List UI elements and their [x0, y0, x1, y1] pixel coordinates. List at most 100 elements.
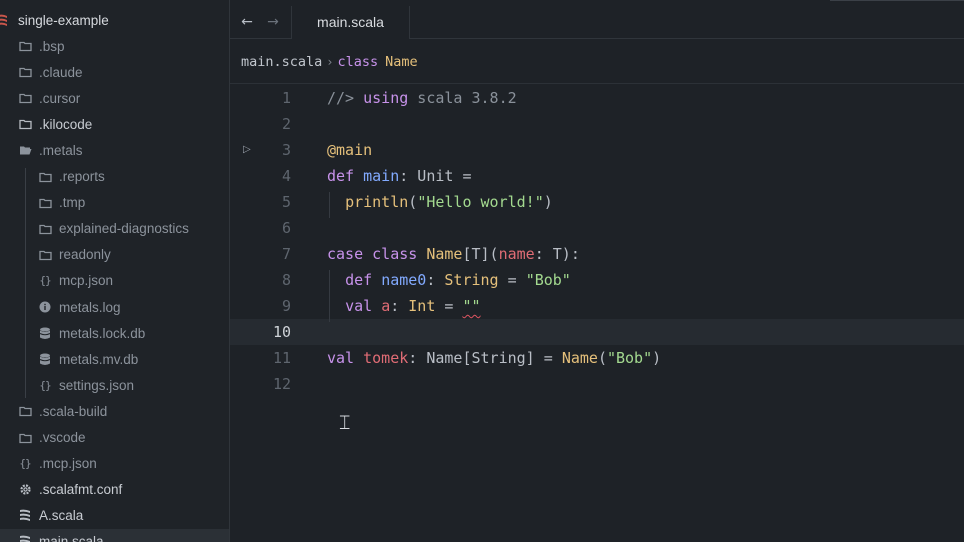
code-line[interactable]: 9 val a: Int = "": [230, 293, 964, 319]
code-token: ): [543, 193, 553, 211]
folder-icon: [18, 39, 32, 53]
project-root[interactable]: single-example: [0, 7, 229, 33]
code-line[interactable]: 11 val tomek: Name[String] = Name("Bob"): [230, 345, 964, 371]
indent-guide: [329, 192, 330, 218]
tree-item-metals-log[interactable]: metals.log: [0, 294, 229, 320]
tree-item-main-scala[interactable]: main.scala: [0, 528, 229, 542]
line-number: 7: [281, 245, 291, 263]
tree-item-label: metals.lock.db: [59, 325, 146, 341]
tree-item-explained-diagnostics[interactable]: explained-diagnostics: [0, 216, 229, 242]
code-line[interactable]: 10: [230, 319, 964, 345]
code-token: println: [345, 193, 409, 211]
breadcrumb-divider: [230, 83, 964, 84]
line-number: 9: [281, 297, 291, 315]
folder-icon: [38, 196, 52, 210]
tree-item-dot-metals[interactable]: .metals: [0, 137, 229, 163]
breadcrumb-file[interactable]: main.scala: [241, 54, 322, 70]
code-line[interactable]: 5 println("Hello world!"): [230, 189, 964, 215]
line-number: 4: [281, 167, 291, 185]
tree-item-a-scala[interactable]: A.scala: [0, 503, 229, 529]
code-token: ): [652, 349, 662, 367]
forward-arrow-icon[interactable]: →: [265, 14, 281, 30]
code-token: (: [408, 193, 418, 211]
tree-item-label: .tmp: [59, 195, 86, 211]
database-icon: [38, 326, 52, 340]
code-text: val tomek: Name[String] = Name("Bob"): [327, 345, 661, 371]
line-number: 2: [281, 115, 291, 133]
code-token: case: [327, 245, 364, 263]
code-token: name: [498, 245, 535, 263]
breadcrumb-symbol[interactable]: Name: [385, 54, 418, 70]
code-text: val a: Int = "": [327, 293, 481, 319]
folder-icon: [18, 117, 32, 131]
code-token: using: [363, 89, 409, 107]
code-token: :: [426, 271, 445, 289]
folder-icon: [38, 248, 52, 262]
code-token: String: [444, 271, 499, 289]
tree-item-label: .scalafmt.conf: [39, 482, 123, 498]
code-line[interactable]: 1 //> using scala 3.8.2: [230, 85, 964, 111]
run-gutter-icon[interactable]: ▷: [243, 137, 251, 163]
tree-item-label: readonly: [59, 247, 111, 263]
line-number: 11: [272, 349, 291, 367]
back-arrow-icon[interactable]: ←: [239, 14, 255, 30]
code-line[interactable]: 3 ▷ @main: [230, 137, 964, 163]
tree-item-label: .cursor: [39, 90, 81, 106]
tree-item-dot-claude[interactable]: .claude: [0, 59, 229, 85]
scala-icon: [18, 509, 32, 523]
tree-item-dot-mcp-json[interactable]: {} .mcp.json: [0, 451, 229, 477]
tree-item-dot-kilocode[interactable]: .kilocode: [0, 111, 229, 137]
code-line[interactable]: 2: [230, 111, 964, 137]
tab-bar: ← → main.scala: [230, 6, 964, 39]
code-text: def main: Unit =: [327, 163, 472, 189]
code-line[interactable]: 12: [230, 371, 964, 397]
tree-item-metals-mv-db[interactable]: metals.mv.db: [0, 346, 229, 372]
code-line[interactable]: 8 def name0: String = "Bob": [230, 267, 964, 293]
tree-item-dot-tmp[interactable]: .tmp: [0, 190, 229, 216]
code-line[interactable]: 6: [230, 215, 964, 241]
code-token: =: [498, 271, 526, 289]
code-line[interactable]: 7 case class Name[T](name: T):: [230, 241, 964, 267]
tree-item-label: .scala-build: [39, 403, 108, 419]
code-token: @main: [327, 141, 373, 159]
database-icon: [38, 352, 52, 366]
code-line[interactable]: 4 def main: Unit =: [230, 163, 964, 189]
tree-item-dot-scala-build[interactable]: .scala-build: [0, 398, 229, 424]
code-token: class: [372, 245, 418, 263]
code-token: : T):: [534, 245, 580, 263]
tree-item-dot-vscode[interactable]: .vscode: [0, 425, 229, 451]
code-text: def name0: String = "Bob": [327, 267, 571, 293]
tree-item-settings-json[interactable]: {} settings.json: [0, 372, 229, 398]
tree-item-mcp-json[interactable]: {} mcp.json: [0, 268, 229, 294]
code-token: name0: [381, 271, 427, 289]
tree-item-metals-lock-db[interactable]: metals.lock.db: [0, 320, 229, 346]
folder-open-icon: [18, 143, 32, 157]
folder-icon: [38, 170, 52, 184]
tree-item-readonly[interactable]: readonly: [0, 242, 229, 268]
line-number: 6: [281, 219, 291, 237]
code-token: Name: [426, 245, 463, 263]
folder-icon: [18, 65, 32, 79]
tree-item-label: .vscode: [39, 430, 86, 445]
tree-item-label: main.scala: [39, 534, 104, 542]
code-token: a: [381, 297, 391, 315]
code-token: val: [327, 349, 355, 367]
info-icon: [38, 300, 52, 314]
code-token: def: [345, 271, 373, 289]
tree-item-label: .reports: [59, 169, 105, 184]
tree-item-dot-cursor[interactable]: .cursor: [0, 85, 229, 111]
code-token: "Bob": [525, 271, 571, 289]
json-icon: {}: [39, 378, 51, 392]
line-number: 12: [272, 375, 291, 393]
code-token: [T](: [462, 245, 499, 263]
tree-item-dot-reports[interactable]: .reports: [0, 164, 229, 190]
tab-main-scala[interactable]: main.scala: [291, 6, 410, 39]
code-token: "": [462, 297, 481, 315]
tree-item-dot-bsp[interactable]: .bsp: [0, 33, 229, 59]
project-name: single-example: [18, 12, 109, 28]
tree-item-dot-scalafmt-conf[interactable]: .scalafmt.conf: [0, 477, 229, 503]
